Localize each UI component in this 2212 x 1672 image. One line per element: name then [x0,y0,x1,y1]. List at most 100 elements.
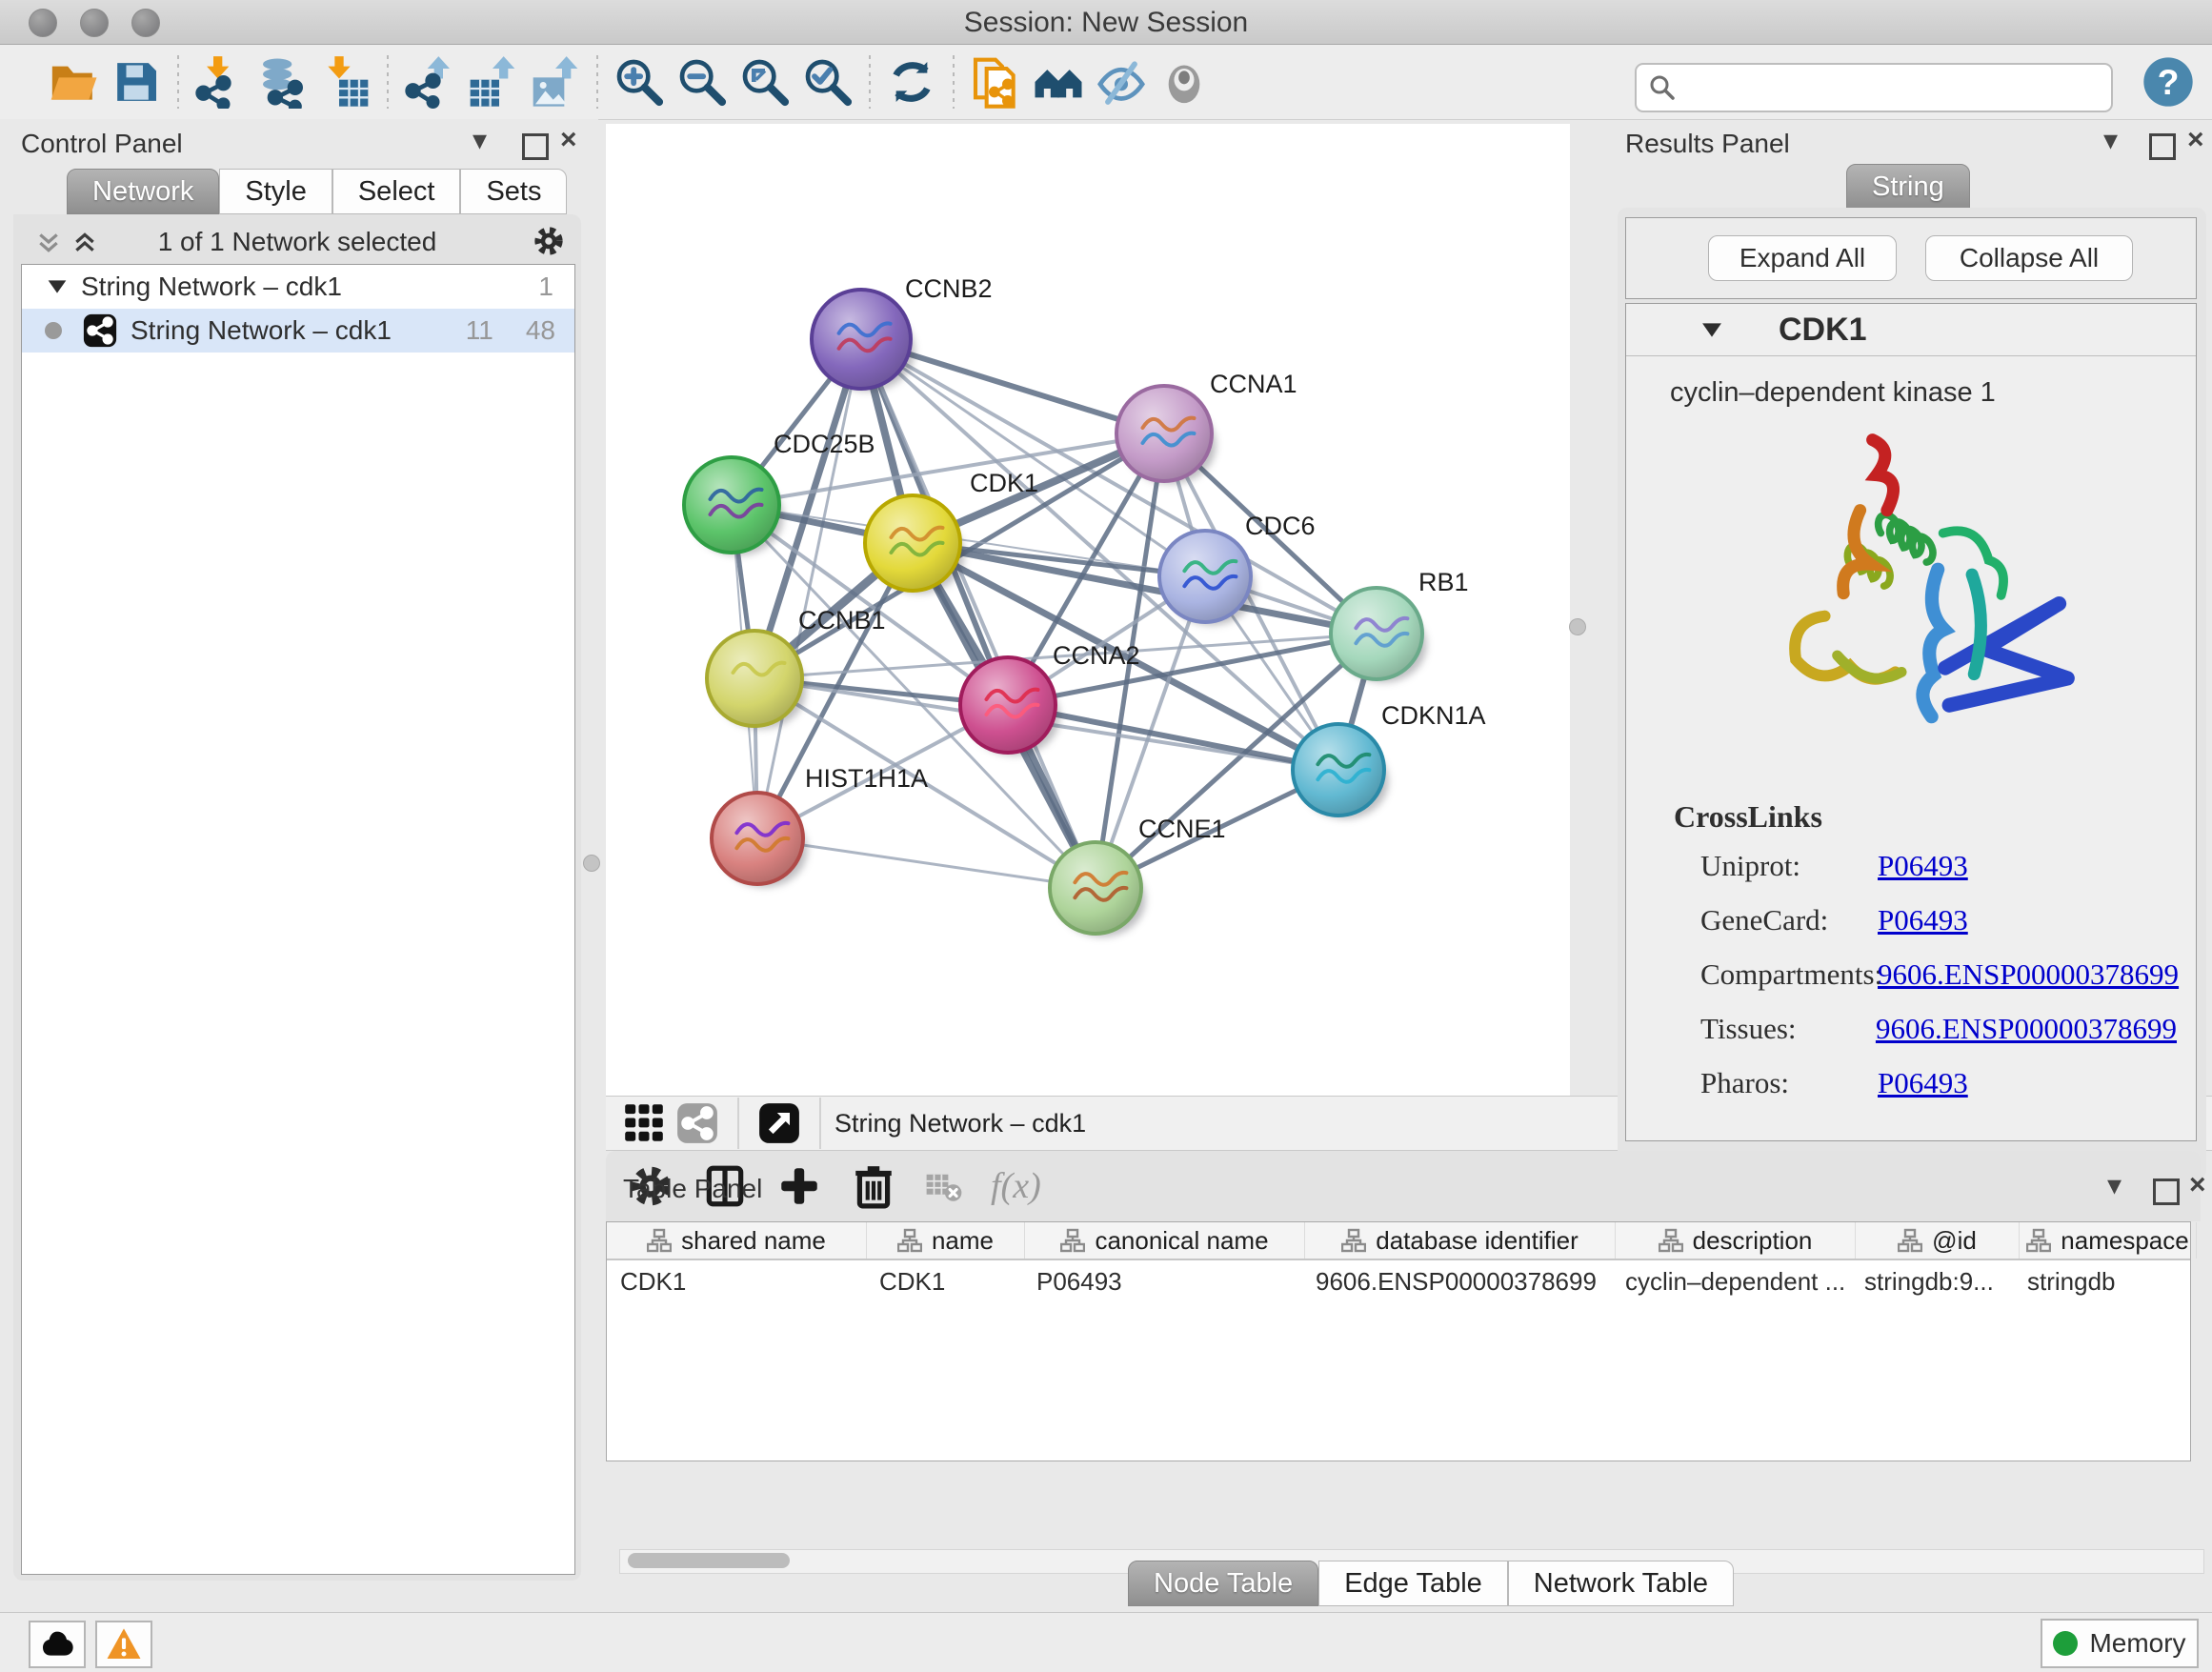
import-network-database-button[interactable] [251,51,314,112]
cell-namespace[interactable]: stringdb [2014,1267,2190,1297]
collection-count: 1 [538,272,553,302]
window-titlebar: Session: New Session [0,0,2212,45]
open-session-button[interactable] [42,51,105,112]
collection-label: String Network – cdk1 [81,272,342,302]
tab-network-table[interactable]: Network Table [1508,1561,1734,1606]
collection-expander-icon[interactable] [47,279,68,294]
column-header-name[interactable]: name [867,1222,1025,1259]
cloud-status-button[interactable] [29,1621,86,1668]
memory-button[interactable]: Memory [2041,1619,2199,1668]
save-session-button[interactable] [105,51,168,112]
left-splitter-grip[interactable] [583,855,600,872]
maximize-table-icon[interactable] [2153,1178,2180,1210]
birdseye-toggle-icon[interactable] [758,1102,800,1144]
network-list: String Network – cdk1 1 String Network –… [21,264,575,1575]
network-row[interactable]: String Network – cdk1 11 48 [22,309,574,353]
zoom-out-button[interactable] [671,51,734,112]
import-table-button[interactable] [314,51,377,112]
cell-database-identifier[interactable]: 9606.ENSP00000378699 [1302,1267,1612,1297]
table-row[interactable]: CDK1CDK1P064939606.ENSP00000378699cyclin… [607,1260,2190,1302]
cell-name[interactable]: CDK1 [866,1267,1023,1297]
network-collection-row[interactable]: String Network – cdk1 1 [22,265,574,309]
network-canvas[interactable]: CCNB2CCNA1CDC25BCDK1CDC6RB1CCNB1CCNA2CDK… [606,124,1570,1096]
edge-HIST1H1A-CCNE1[interactable] [757,838,1096,888]
cell--id[interactable]: stringdb:9... [1851,1267,2014,1297]
float-table-icon[interactable]: ▾ [2107,1172,2122,1200]
glasses-toggle-button[interactable] [1090,51,1153,112]
node-CDC6[interactable]: CDC6 [1159,512,1316,625]
column-header--id[interactable]: @id [1856,1222,2020,1259]
float-results-icon[interactable]: ▾ [2103,127,2118,155]
maximize-results-icon[interactable] [2149,133,2176,165]
tab-edge-table[interactable]: Edge Table [1318,1561,1508,1606]
column-header-database-identifier[interactable]: database identifier [1305,1222,1616,1259]
export-network-button[interactable] [398,51,461,112]
node-HIST1H1A[interactable]: HIST1H1A [712,764,928,887]
delete-column-icon[interactable] [850,1162,897,1210]
crosslink-link[interactable]: 9606.ENSP00000378699 [1878,957,2179,992]
column-header-namespace[interactable]: namespace [2020,1222,2197,1259]
float-panel-icon[interactable]: ▾ [473,127,487,155]
zoom-fit-button[interactable] [734,51,796,112]
crosslink-row: Pharos:P06493 [1700,1066,2177,1100]
maximize-panel-icon[interactable] [522,133,549,165]
protein-expander-icon[interactable] [1700,322,1723,338]
search-input[interactable] [1684,72,2111,104]
scrollbar-thumb[interactable] [628,1553,790,1568]
column-header-description[interactable]: description [1616,1222,1856,1259]
help-button[interactable] [2142,55,2195,109]
function-builder-icon[interactable]: f(x) [991,1165,1041,1207]
column-header-canonical-name[interactable]: canonical name [1025,1222,1305,1259]
tab-string[interactable]: String [1846,164,1970,210]
warnings-button[interactable] [95,1621,152,1668]
string-home-button[interactable] [1027,51,1090,112]
export-image-button[interactable] [524,51,587,112]
crosslink-link[interactable]: 9606.ENSP00000378699 [1876,1012,2177,1046]
cell-canonical-name[interactable]: P06493 [1023,1267,1302,1297]
column-type-icon [1898,1228,1922,1253]
create-column-icon[interactable] [775,1162,823,1210]
zoom-in-button[interactable] [608,51,671,112]
close-panel-icon[interactable]: × [560,126,577,154]
crosslink-link[interactable]: P06493 [1878,903,1968,937]
refresh-button[interactable] [880,51,943,112]
grid-view-icon[interactable] [623,1102,665,1144]
column-header-shared-name[interactable]: shared name [607,1222,867,1259]
eye-toggle-button[interactable] [1153,51,1216,112]
protein-section-header[interactable]: CDK1 [1626,304,2196,356]
tab-node-table[interactable]: Node Table [1128,1561,1318,1606]
close-results-icon[interactable]: × [2187,126,2204,154]
tab-sets[interactable]: Sets [460,169,567,214]
node-CDK1[interactable]: CDK1 [865,469,1038,594]
crosslink-link[interactable]: P06493 [1878,1066,1968,1100]
cell-shared-name[interactable]: CDK1 [607,1267,866,1297]
cell-description[interactable]: cyclin–dependent ... [1612,1267,1851,1297]
network-badge-icon[interactable] [676,1102,718,1144]
control-panel: Control Panel ▾ × NetworkStyleSelectSets… [0,119,598,1597]
export-table-button[interactable] [461,51,524,112]
tab-select[interactable]: Select [332,169,461,214]
network-options-gear-icon[interactable] [532,224,566,258]
node-CDC25B[interactable]: CDC25B [684,430,875,555]
node-CCNB1[interactable]: CCNB1 [707,606,886,729]
node-CCNE1[interactable]: CCNE1 [1050,815,1226,937]
close-table-icon[interactable]: × [2189,1171,2206,1199]
zoom-selected-button[interactable] [796,51,859,112]
collapse-all-button[interactable]: Collapse All [1925,235,2133,281]
tab-network[interactable]: Network [67,169,219,214]
column-type-icon [647,1228,672,1253]
table-panel-title: Table Panel [623,1174,762,1204]
expand-all-button[interactable]: Expand All [1708,235,1897,281]
string-import-button[interactable] [964,51,1027,112]
delete-table-icon[interactable] [924,1166,964,1206]
node-CDKN1A[interactable]: CDKN1A [1293,701,1486,818]
tab-style[interactable]: Style [219,169,332,214]
crosslink-link[interactable]: P06493 [1878,849,1968,883]
help-icon [2142,55,2195,109]
warning-icon [105,1625,143,1663]
window-title: Session: New Session [0,7,2212,39]
node-CCNA1[interactable]: CCNA1 [1116,370,1297,484]
node-RB1[interactable]: RB1 [1331,568,1469,682]
import-network-file-button[interactable] [189,51,251,112]
export-table-icon [466,55,519,109]
